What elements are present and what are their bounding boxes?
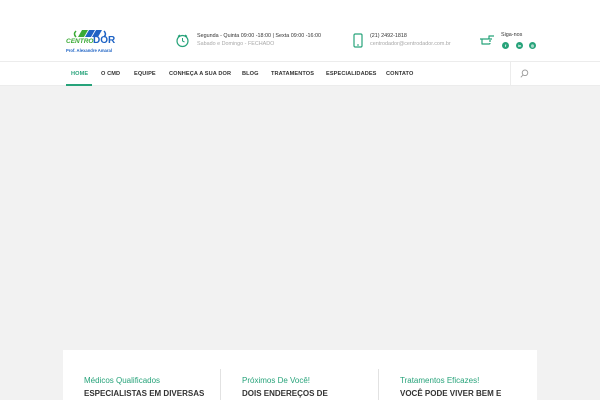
logo-line2: DOR bbox=[93, 35, 116, 46]
main-nav: HOME O CMD EQUIPE CONHEÇA A SUA DOR BLOG… bbox=[0, 61, 600, 86]
phone-icon bbox=[353, 33, 363, 48]
linkedin-icon[interactable]: in bbox=[516, 42, 523, 49]
nav-item-conheca-a-sua-dor[interactable]: CONHEÇA A SUA DOR bbox=[169, 71, 231, 77]
nav-item-home[interactable]: HOME bbox=[71, 71, 88, 77]
nav-item-tratamentos[interactable]: TRATAMENTOS bbox=[271, 71, 314, 77]
nav-item-contato[interactable]: CONTATO bbox=[386, 71, 413, 77]
search-button[interactable] bbox=[510, 62, 538, 85]
nav-item-blog[interactable]: BLOG bbox=[242, 71, 259, 77]
header: CENTRO DOR Prof. Alexandre Amaral Segund… bbox=[0, 18, 600, 61]
clock-icon bbox=[176, 34, 189, 48]
logo-line1: CENTRO bbox=[66, 38, 94, 45]
nav-item-o-cmd[interactable]: O CMD bbox=[101, 71, 120, 77]
instagram-icon[interactable]: ◎ bbox=[529, 42, 536, 49]
hours-line2: Sabado e Domingo - FECHADO bbox=[197, 41, 275, 47]
feature-subtitle: Médicos Qualificados bbox=[84, 376, 161, 385]
feature-column-2: Próximos De Você! DOIS ENDEREÇOS DE bbox=[221, 350, 379, 400]
feature-title: VOCÊ PODE VIVER BEM E bbox=[400, 389, 502, 398]
feature-title: DOIS ENDEREÇOS DE bbox=[242, 389, 328, 398]
hero-slider bbox=[0, 86, 600, 350]
logo-line3: Prof. Alexandre Amaral bbox=[66, 48, 113, 53]
centro-dor-logo[interactable]: CENTRO DOR Prof. Alexandre Amaral bbox=[66, 27, 122, 55]
top-bar bbox=[0, 0, 600, 18]
features-card: Médicos Qualificados ESPECIALISTAS EM DI… bbox=[63, 350, 537, 400]
feature-title: ESPECIALISTAS EM DIVERSAS bbox=[84, 389, 205, 398]
feature-column-1: Médicos Qualificados ESPECIALISTAS EM DI… bbox=[63, 350, 221, 400]
pointing-hand-icon bbox=[480, 35, 494, 45]
nav-item-equipe[interactable]: EQUIPE bbox=[134, 71, 156, 77]
search-icon bbox=[520, 69, 529, 78]
feature-subtitle: Tratamentos Eficazes! bbox=[400, 376, 480, 385]
feature-column-3: Tratamentos Eficazes! VOCÊ PODE VIVER BE… bbox=[379, 350, 537, 400]
social-label: Siga-nos bbox=[501, 32, 523, 38]
nav-item-especialidades[interactable]: ESPECIALIDADES bbox=[326, 71, 377, 77]
feature-subtitle: Próximos De Você! bbox=[242, 376, 311, 385]
facebook-icon[interactable]: f bbox=[502, 42, 509, 49]
email-address[interactable]: centrodador@centrodador.com.br bbox=[370, 40, 451, 49]
